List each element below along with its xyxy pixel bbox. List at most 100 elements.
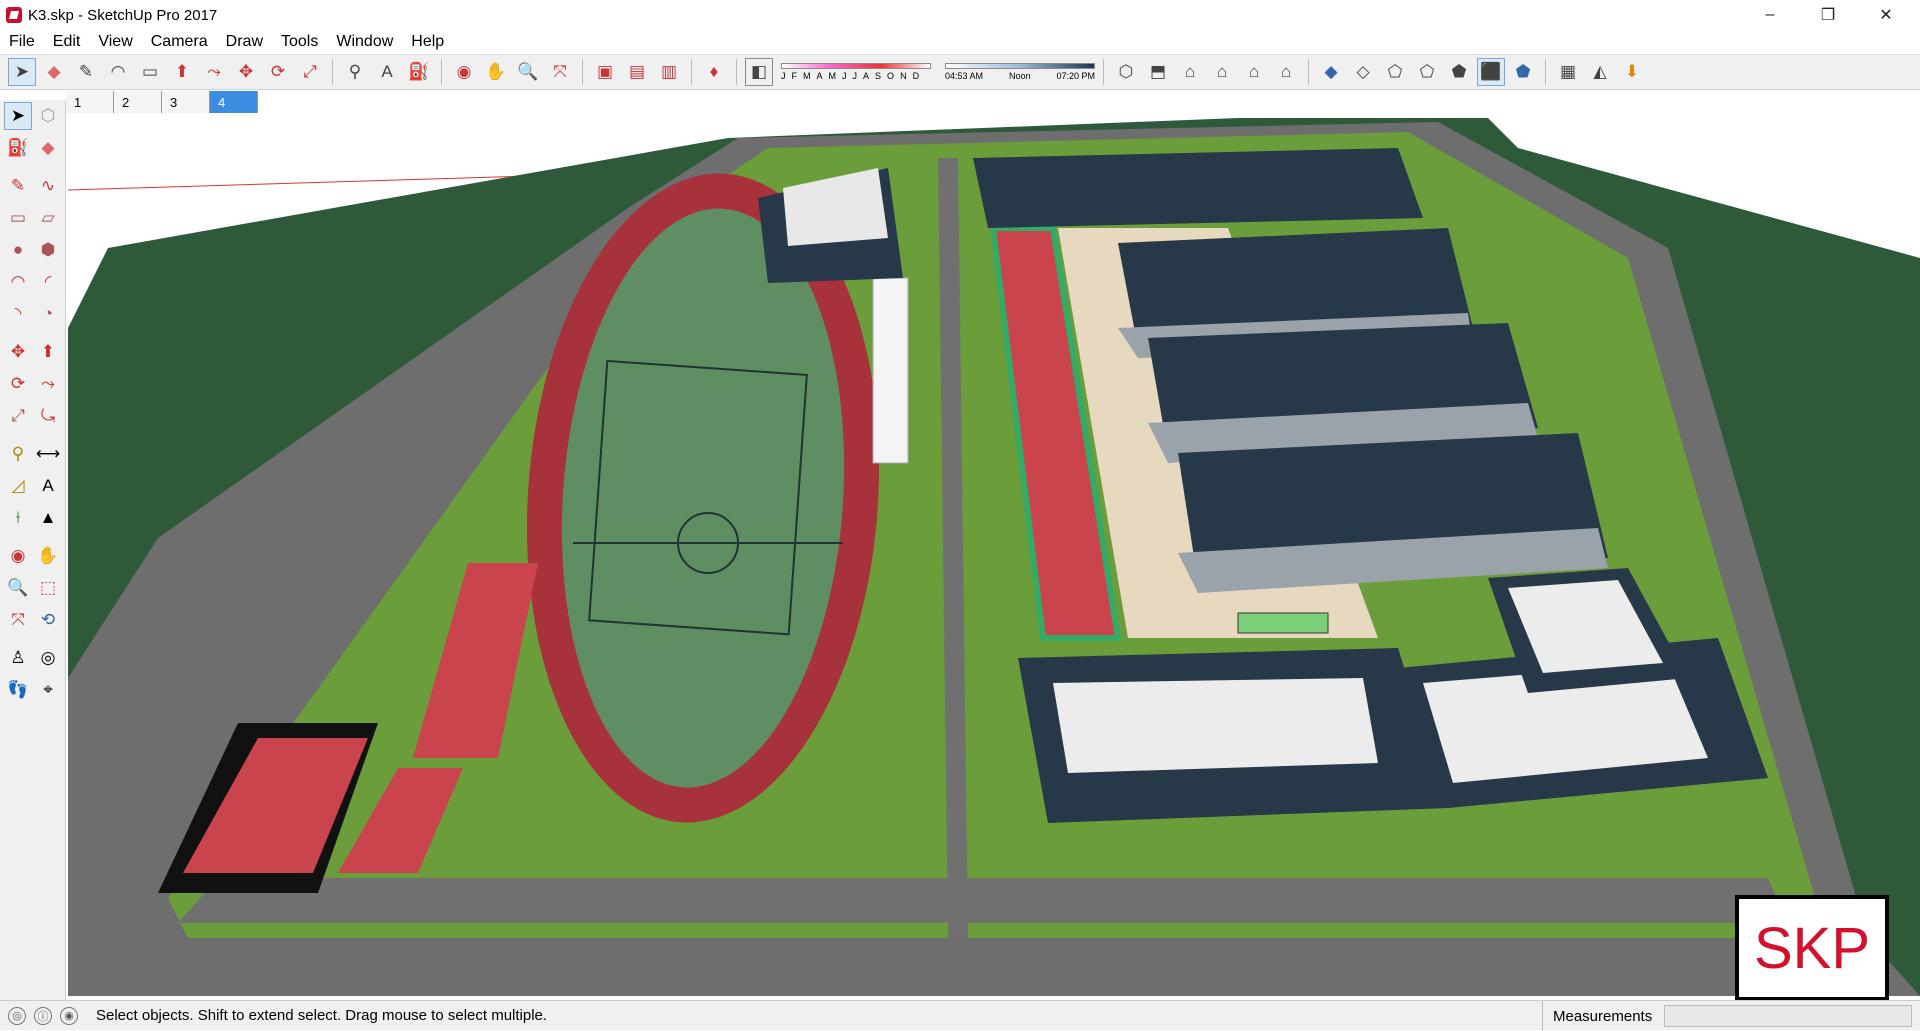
follow-me-tool-icon[interactable]: ⤳ <box>34 370 62 398</box>
push-pull-tool-icon[interactable]: ⬆ <box>34 338 62 366</box>
section-plane-tool-icon[interactable]: ⌖ <box>34 676 62 704</box>
menu-view[interactable]: View <box>89 33 141 51</box>
time-slider-track[interactable] <box>945 63 1095 69</box>
scene-tab-4[interactable]: 4 <box>210 91 258 113</box>
user-account-icon[interactable]: ◉ <box>60 1006 78 1025</box>
position-camera-tool-icon[interactable]: ♙ <box>4 644 32 672</box>
circle-tool-icon[interactable]: ● <box>4 236 32 264</box>
three-point-arc-tool-icon[interactable]: ◝ <box>4 300 32 328</box>
scene-tab-2[interactable]: 2 <box>114 91 162 113</box>
line-tool-icon[interactable]: ✎ <box>4 172 32 200</box>
pie-tool-icon[interactable]: ◔ <box>34 300 62 328</box>
text-tool-icon[interactable]: A <box>34 472 62 500</box>
menu-file[interactable]: File <box>0 33 44 51</box>
plaza-pool <box>1237 612 1329 634</box>
zoom-extents-tool-icon[interactable]: ⤧ <box>4 606 32 634</box>
maximize-button[interactable]: ❐ <box>1800 0 1856 30</box>
protractor-tool-icon[interactable]: ◿ <box>4 472 32 500</box>
tape-measure-tool-icon[interactable]: ⚲ <box>4 440 32 468</box>
ruby-console-icon[interactable]: ♦ <box>700 58 728 86</box>
shadow-date-slider[interactable]: J F M A M J J A S O N D <box>781 63 931 81</box>
scale-tool-icon[interactable]: ⤢ <box>4 402 32 430</box>
rotate-tool-icon[interactable]: ⟳ <box>4 370 32 398</box>
follow-me-tool-icon[interactable]: ⤳ <box>200 58 228 86</box>
right-view-icon[interactable]: ⌂ <box>1208 58 1236 86</box>
paint-bucket-tool-icon[interactable]: ⛽ <box>405 58 433 86</box>
rotated-rectangle-tool-icon[interactable]: ▱ <box>34 204 62 232</box>
polygon-tool-icon[interactable]: ⬢ <box>34 236 62 264</box>
rectangle-tool-icon[interactable]: ▭ <box>4 204 32 232</box>
share-model-icon[interactable]: ▤ <box>623 58 651 86</box>
monochrome-style-icon[interactable]: ⬟ <box>1509 58 1537 86</box>
add-location-icon[interactable]: ▦ <box>1554 58 1582 86</box>
model-viewport[interactable] <box>68 118 1920 996</box>
pan-tool-icon[interactable]: ✋ <box>34 542 62 570</box>
arc-tool-icon[interactable]: ◠ <box>104 58 132 86</box>
push-pull-tool-icon[interactable]: ⬆ <box>168 58 196 86</box>
offset-tool-icon[interactable]: ⤿ <box>34 402 62 430</box>
tape-measure-tool-icon[interactable]: ⚲ <box>341 58 369 86</box>
menu-camera[interactable]: Camera <box>142 33 217 51</box>
two-point-arc-tool-icon[interactable]: ◜ <box>34 268 62 296</box>
look-around-tool-icon[interactable]: ◎ <box>34 644 62 672</box>
axes-tool-icon[interactable]: ⟊ <box>4 504 32 532</box>
3d-text-tool-icon[interactable]: ▲ <box>34 504 62 532</box>
scale-tool-icon[interactable]: ⤢ <box>296 58 324 86</box>
zoom-tool-icon[interactable]: 🔍 <box>4 574 32 602</box>
previous-view-icon[interactable]: ⟲ <box>34 606 62 634</box>
make-component-icon[interactable]: ⬡ <box>34 102 62 130</box>
wireframe-style-icon[interactable]: ⬠ <box>1381 58 1409 86</box>
toggle-terrain-icon[interactable]: ◭ <box>1586 58 1614 86</box>
rotate-tool-icon[interactable]: ⟳ <box>264 58 292 86</box>
import-icon[interactable]: ⬇ <box>1618 58 1646 86</box>
move-tool-icon[interactable]: ✥ <box>4 338 32 366</box>
move-tool-icon[interactable]: ✥ <box>232 58 260 86</box>
iso-view-icon[interactable]: ⬡ <box>1112 58 1140 86</box>
walk-tool-icon[interactable]: 👣 <box>4 676 32 704</box>
pan-tool-icon[interactable]: ✋ <box>482 58 510 86</box>
top-view-icon[interactable]: ⬒ <box>1144 58 1172 86</box>
shaded-style-icon[interactable]: ⬟ <box>1445 58 1473 86</box>
menu-edit[interactable]: Edit <box>44 33 90 51</box>
menu-draw[interactable]: Draw <box>217 33 272 51</box>
xray-style-icon[interactable]: ◆ <box>1317 58 1345 86</box>
eraser-tool-icon[interactable]: ◆ <box>40 58 68 86</box>
front-view-icon[interactable]: ⌂ <box>1176 58 1204 86</box>
eraser-tool-icon[interactable]: ◆ <box>34 134 62 162</box>
orbit-tool-icon[interactable]: ◉ <box>450 58 478 86</box>
hidden-line-style-icon[interactable]: ⬠ <box>1413 58 1441 86</box>
rectangle-tool-icon[interactable]: ▭ <box>136 58 164 86</box>
back-view-icon[interactable]: ⌂ <box>1240 58 1268 86</box>
shadows-toggle-icon[interactable]: ◧ <box>745 58 773 86</box>
zoom-extents-tool-icon[interactable]: ⤧ <box>546 58 574 86</box>
dimension-tool-icon[interactable]: ⟷ <box>34 440 62 468</box>
zoom-window-tool-icon[interactable]: ⬚ <box>34 574 62 602</box>
select-tool-icon[interactable]: ➤ <box>8 58 36 86</box>
zoom-tool-icon[interactable]: 🔍 <box>514 58 542 86</box>
warehouse-icon[interactable]: ▣ <box>591 58 619 86</box>
toolbar-separator <box>736 59 737 85</box>
credits-icon[interactable]: ⓘ <box>34 1006 52 1025</box>
shaded-textures-style-icon[interactable]: ⬛ <box>1477 58 1505 86</box>
menu-tools[interactable]: Tools <box>272 33 327 51</box>
text-tool-icon[interactable]: A <box>373 58 401 86</box>
menu-help[interactable]: Help <box>402 33 453 51</box>
line-tool-icon[interactable]: ✎ <box>72 58 100 86</box>
scene-tab-3[interactable]: 3 <box>162 91 210 113</box>
back-edges-style-icon[interactable]: ◇ <box>1349 58 1377 86</box>
scene-tab-1[interactable]: 1 <box>66 91 114 113</box>
extension-warehouse-icon[interactable]: ▥ <box>655 58 683 86</box>
left-view-icon[interactable]: ⌂ <box>1272 58 1300 86</box>
menu-window[interactable]: Window <box>327 33 402 51</box>
geo-location-icon[interactable]: ◎ <box>8 1006 26 1025</box>
minimize-button[interactable]: – <box>1742 0 1798 30</box>
arc-tool-icon[interactable]: ◠ <box>4 268 32 296</box>
shadow-time-slider[interactable]: 04:53 AM Noon 07:20 PM <box>945 63 1095 81</box>
paint-bucket-tool-icon[interactable]: ⛽ <box>4 134 32 162</box>
close-button[interactable]: ✕ <box>1858 0 1914 30</box>
select-tool-icon[interactable]: ➤ <box>4 102 32 130</box>
orbit-tool-icon[interactable]: ◉ <box>4 542 32 570</box>
measurements-input[interactable] <box>1664 1005 1912 1027</box>
freehand-tool-icon[interactable]: ∿ <box>34 172 62 200</box>
date-slider-track[interactable] <box>781 63 931 69</box>
